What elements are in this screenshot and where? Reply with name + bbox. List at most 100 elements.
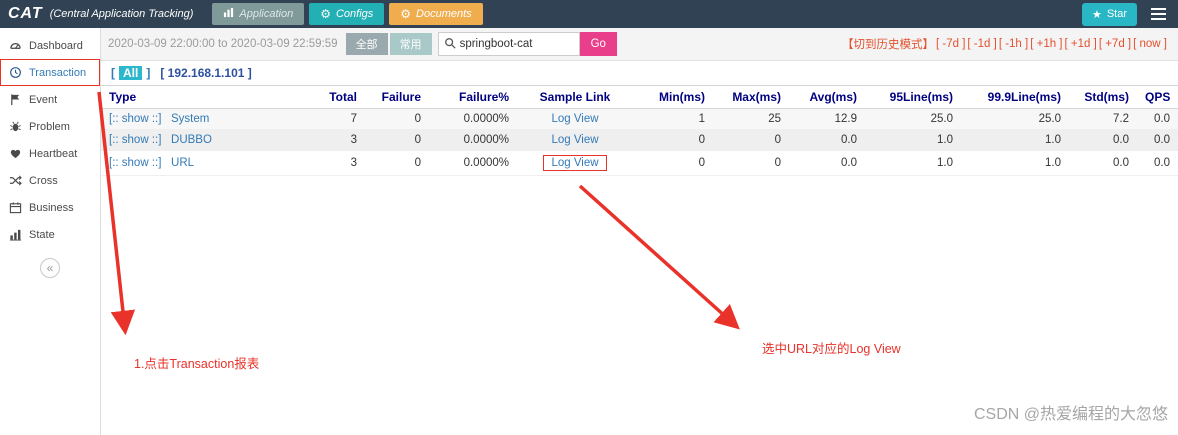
cell-std: 7.2 — [1069, 108, 1137, 130]
col-header-failure: Failure — [365, 85, 429, 109]
cell-max: 0 — [713, 129, 789, 151]
time-link-minus1h[interactable]: [ -1h ] — [999, 38, 1028, 50]
col-header-total: Total — [301, 85, 365, 109]
sidebar-item-label: Business — [29, 201, 74, 214]
filter-bar: 2020-03-09 22:00:00 to 2020-03-09 22:59:… — [101, 28, 1178, 61]
sidebar-item-event[interactable]: Event — [0, 86, 100, 113]
annotation-note-1: 1.点击Transaction报表 — [134, 357, 260, 371]
cell-qps: 0.0 — [1137, 150, 1178, 176]
annotation-highlight-box: Log View — [543, 155, 607, 171]
cell-total: 3 — [301, 150, 365, 176]
type-link-url[interactable]: URL — [171, 157, 194, 169]
menu-icon[interactable] — [1151, 5, 1166, 23]
cell-999line: 1.0 — [961, 129, 1069, 151]
cell-999line: 25.0 — [961, 108, 1069, 130]
time-link-minus7d[interactable]: [ -7d ] — [936, 38, 965, 50]
gear-icon: ⚙ — [400, 7, 412, 21]
cell-failure: 0 — [365, 150, 429, 176]
cell-avg: 0.0 — [789, 150, 865, 176]
sidebar-item-label: Heartbeat — [29, 147, 78, 160]
time-navigation: 【切到历史模式】 [ -7d ] [ -1d ] [ -1h ] [ +1h ]… — [842, 36, 1171, 52]
main-content: 2020-03-09 22:00:00 to 2020-03-09 22:59:… — [101, 28, 1178, 435]
machine-ip-link[interactable]: [ 192.168.1.101 ] — [160, 66, 251, 80]
cell-std: 0.0 — [1069, 129, 1137, 151]
col-header-95line: 95Line(ms) — [865, 85, 961, 109]
time-link-plus7d[interactable]: [ +7d ] — [1099, 38, 1131, 50]
show-link[interactable]: [:: show ::] — [109, 113, 161, 125]
sidebar-collapse-button[interactable]: « — [40, 258, 60, 278]
nav-configs-button[interactable]: ⚙ Configs — [309, 3, 385, 25]
type-link-system[interactable]: System — [171, 113, 209, 125]
col-header-min: Min(ms) — [633, 85, 713, 109]
sidebar-item-problem[interactable]: Problem — [0, 113, 100, 140]
cell-failure-pct: 0.0000% — [429, 108, 517, 130]
col-header-failure-pct: Failure% — [429, 85, 517, 109]
log-view-link-dubbo[interactable]: Log View — [551, 134, 598, 146]
sidebar-item-cross[interactable]: Cross — [0, 167, 100, 194]
sidebar-item-label: Cross — [29, 174, 58, 187]
time-link-minus1d[interactable]: [ -1d ] — [967, 38, 996, 50]
show-link[interactable]: [:: show ::] — [109, 134, 161, 146]
cell-total: 3 — [301, 129, 365, 151]
log-view-link-system[interactable]: Log View — [551, 113, 598, 125]
app-subtitle: (Central Application Tracking) — [49, 8, 194, 20]
sidebar-item-label: State — [29, 228, 55, 241]
time-link-now[interactable]: [ now ] — [1133, 38, 1167, 50]
nav-application-button[interactable]: Application — [212, 3, 305, 25]
cell-max: 0 — [713, 150, 789, 176]
cell-avg: 12.9 — [789, 108, 865, 130]
nav-application-label: Application — [239, 8, 294, 20]
sidebar: Dashboard Transaction Event Problem Hear… — [0, 28, 101, 435]
annotation-note-2: 选中URL对应的Log View — [762, 342, 901, 356]
time-link-plus1d[interactable]: [ +1d ] — [1065, 38, 1097, 50]
col-header-max: Max(ms) — [713, 85, 789, 109]
log-view-link-url[interactable]: Log View — [551, 157, 598, 169]
time-link-plus1h[interactable]: [ +1h ] — [1030, 38, 1062, 50]
cell-min: 0 — [633, 150, 713, 176]
machine-all-badge[interactable]: All — [119, 66, 143, 80]
col-header-999line: 99.9Line(ms) — [961, 85, 1069, 109]
cell-total: 7 — [301, 108, 365, 130]
cell-failure-pct: 0.0000% — [429, 150, 517, 176]
gauge-icon — [9, 39, 22, 52]
type-link-dubbo[interactable]: DUBBO — [171, 134, 212, 146]
collapse-icon: « — [46, 261, 54, 275]
app-logo[interactable]: CAT — [8, 5, 43, 23]
bar-chart-icon — [9, 228, 22, 241]
heart-icon — [9, 147, 22, 160]
project-search-input[interactable] — [459, 38, 570, 50]
show-link[interactable]: [:: show ::] — [109, 157, 161, 169]
star-button[interactable]: ★ Star — [1081, 2, 1137, 26]
cell-std: 0.0 — [1069, 150, 1137, 176]
nav-documents-label: Documents — [416, 8, 472, 20]
cell-failure: 0 — [365, 108, 429, 130]
sidebar-item-state[interactable]: State — [0, 221, 100, 248]
cell-qps: 0.0 — [1137, 108, 1178, 130]
transaction-table: Type Total Failure Failure% Sample Link … — [101, 85, 1178, 176]
sidebar-item-heartbeat[interactable]: Heartbeat — [0, 140, 100, 167]
bracket-open: [ — [111, 66, 115, 80]
common-filter-button[interactable]: 常用 — [389, 33, 432, 55]
cell-999line: 1.0 — [961, 150, 1069, 176]
cell-min: 0 — [633, 129, 713, 151]
calendar-icon — [9, 201, 22, 214]
sidebar-item-dashboard[interactable]: Dashboard — [0, 32, 100, 59]
cell-failure: 0 — [365, 129, 429, 151]
table-header-row: Type Total Failure Failure% Sample Link … — [101, 85, 1178, 109]
nav-documents-button[interactable]: ⚙ Documents — [389, 3, 483, 25]
date-range-text: 2020-03-09 22:00:00 to 2020-03-09 22:59:… — [108, 38, 338, 50]
sidebar-item-business[interactable]: Business — [0, 194, 100, 221]
sidebar-item-transaction[interactable]: Transaction — [0, 59, 100, 86]
cell-95line: 25.0 — [865, 108, 961, 130]
col-header-avg: Avg(ms) — [789, 85, 865, 109]
all-filter-button[interactable]: 全部 — [345, 33, 388, 55]
bug-icon — [9, 120, 22, 133]
shuffle-icon — [9, 174, 22, 187]
history-mode-link[interactable]: 【切到历史模式】 — [842, 36, 934, 52]
cell-failure-pct: 0.0000% — [429, 129, 517, 151]
sidebar-item-label: Dashboard — [29, 39, 83, 52]
col-header-std: Std(ms) — [1069, 85, 1137, 109]
go-button[interactable]: Go — [579, 32, 617, 56]
sidebar-item-label: Problem — [29, 120, 70, 133]
table-row-system: [:: show ::] System 7 0 0.0000% Log View… — [101, 108, 1178, 130]
